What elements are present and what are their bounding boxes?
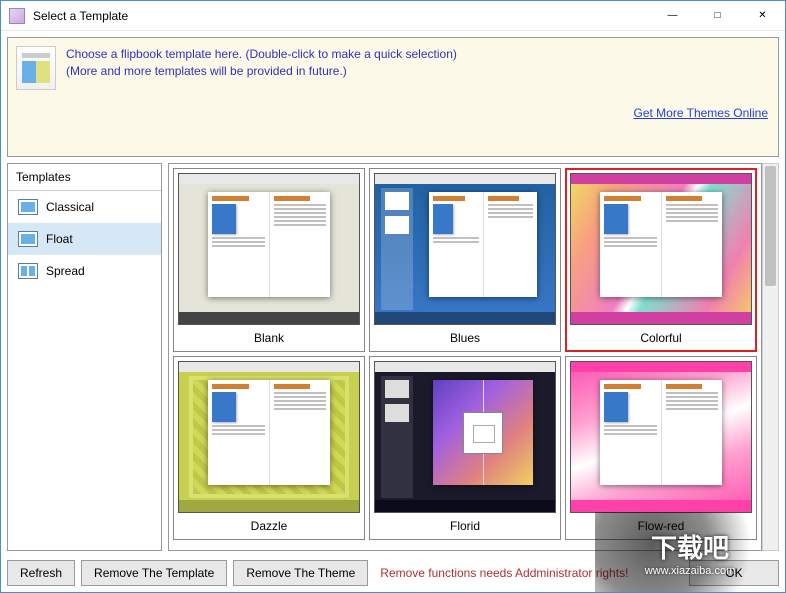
template-label: Blues: [374, 325, 556, 347]
template-label: Blank: [178, 325, 360, 347]
window-controls: — □ ✕: [650, 1, 785, 30]
sidebar-item-classical[interactable]: Classical: [8, 191, 161, 223]
get-more-themes-link[interactable]: Get More Themes Online: [633, 106, 768, 120]
spread-icon: [18, 263, 38, 279]
template-label: Dazzle: [178, 513, 360, 535]
main-area: Templates Classical Float Spread: [7, 163, 779, 551]
sidebar-item-label: Spread: [46, 264, 85, 278]
info-panel: Choose a flipbook template here. (Double…: [7, 37, 779, 157]
footer: Refresh Remove The Template Remove The T…: [7, 560, 779, 586]
template-item-colorful[interactable]: Colorful: [565, 168, 757, 352]
remove-template-button[interactable]: Remove The Template: [81, 560, 227, 586]
refresh-button[interactable]: Refresh: [7, 560, 75, 586]
close-button[interactable]: ✕: [740, 1, 785, 30]
template-label: Florid: [374, 513, 556, 535]
ok-button[interactable]: OK: [689, 560, 779, 586]
titlebar: Select a Template — □ ✕: [1, 1, 785, 31]
sidebar-item-label: Float: [46, 232, 73, 246]
template-thumb: [570, 361, 752, 513]
scrollbar-thumb[interactable]: [765, 166, 776, 286]
template-item-blues[interactable]: Blues: [369, 168, 561, 352]
admin-warning: Remove functions needs Addministrator ri…: [380, 566, 628, 580]
window-title: Select a Template: [33, 9, 650, 23]
maximize-button[interactable]: □: [695, 1, 740, 30]
info-line1: Choose a flipbook template here. (Double…: [66, 46, 457, 63]
minimize-button[interactable]: —: [650, 1, 695, 30]
template-thumb: [178, 361, 360, 513]
template-item-dazzle[interactable]: Dazzle: [173, 356, 365, 540]
sidebar-title: Templates: [8, 164, 161, 191]
gallery-scrollbar[interactable]: [762, 163, 779, 551]
template-thumb: [374, 173, 556, 325]
template-thumb: [374, 361, 556, 513]
info-text: Choose a flipbook template here. (Double…: [66, 46, 457, 80]
template-thumb: [570, 173, 752, 325]
float-icon: [18, 231, 38, 247]
template-item-florid[interactable]: Florid: [369, 356, 561, 540]
sidebar-item-spread[interactable]: Spread: [8, 255, 161, 287]
app-icon: [9, 8, 25, 24]
template-label: Flow-red: [570, 513, 752, 535]
template-gallery: Blank Blues: [168, 163, 762, 551]
remove-theme-button[interactable]: Remove The Theme: [233, 560, 368, 586]
template-item-flow-red[interactable]: Flow-red: [565, 356, 757, 540]
template-label: Colorful: [570, 325, 752, 347]
gallery-wrap: Blank Blues: [168, 163, 779, 551]
sidebar-item-label: Classical: [46, 200, 94, 214]
templates-sidebar: Templates Classical Float Spread: [7, 163, 162, 551]
sidebar-item-float[interactable]: Float: [8, 223, 161, 255]
template-doc-icon: [16, 46, 56, 90]
classical-icon: [18, 199, 38, 215]
template-thumb: [178, 173, 360, 325]
template-grid: Blank Blues: [173, 168, 757, 540]
info-line2: (More and more templates will be provide…: [66, 63, 457, 80]
template-item-blank[interactable]: Blank: [173, 168, 365, 352]
